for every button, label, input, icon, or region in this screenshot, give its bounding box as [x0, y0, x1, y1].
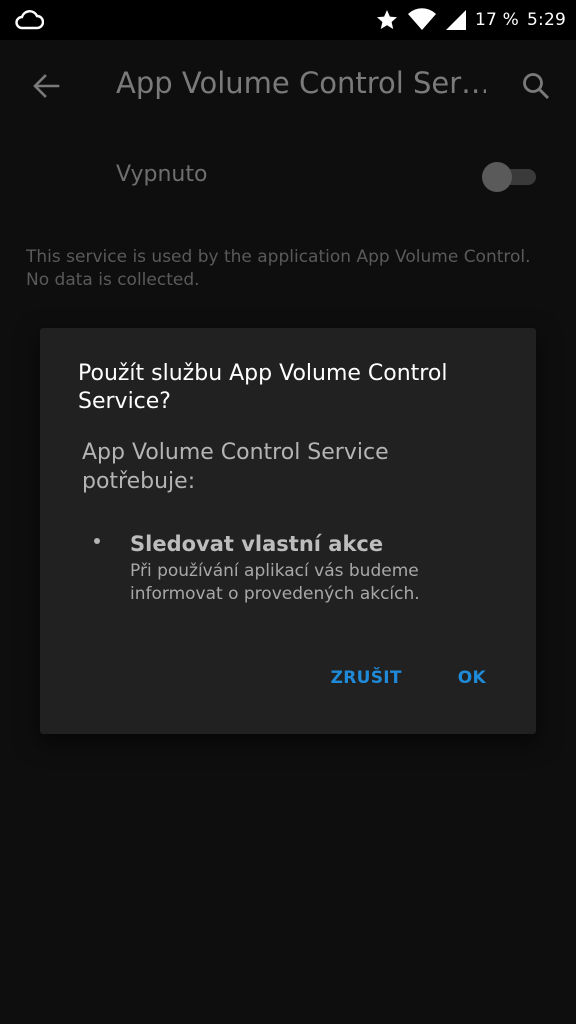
permission-description: Při používání aplikací vás budeme inform…	[130, 561, 420, 604]
search-button[interactable]	[514, 64, 558, 108]
ok-button[interactable]: OK	[458, 668, 486, 688]
cancel-button[interactable]: ZRUŠIT	[331, 668, 402, 688]
screen: 17 % 5:29 App Volume Control Ser… Vypnut…	[0, 0, 576, 1024]
star-icon	[377, 10, 398, 29]
status-bar: 17 % 5:29	[0, 0, 576, 40]
service-toggle-row[interactable]: Vypnuto	[0, 132, 576, 220]
back-button[interactable]	[24, 64, 68, 108]
back-arrow-icon	[33, 74, 60, 98]
cloud-icon	[15, 10, 44, 30]
service-description: This service is used by the application …	[26, 247, 531, 290]
status-right: 17 % 5:29	[375, 0, 566, 40]
permission-title: Sledovat vlastní akce	[130, 532, 384, 556]
clock: 5:29	[527, 10, 566, 30]
permission-dialog: Použít službu App Volume Control Service…	[40, 328, 536, 734]
switch-thumb	[482, 162, 512, 192]
wifi-icon	[408, 8, 437, 30]
dialog-message: App Volume Control Service potřebuje:	[82, 440, 389, 494]
dialog-actions: ZRUŠIT OK	[331, 668, 486, 688]
toggle-label: Vypnuto	[116, 162, 208, 187]
page-title: App Volume Control Ser…	[116, 66, 486, 100]
search-icon	[523, 73, 550, 100]
dialog-title: Použít službu App Volume Control Service…	[78, 361, 448, 414]
signal-icon	[446, 10, 467, 30]
service-switch[interactable]	[482, 162, 536, 192]
battery-percent: 17 %	[475, 10, 520, 30]
app-bar: App Volume Control Ser…	[0, 40, 576, 132]
bullet-icon	[94, 538, 100, 544]
